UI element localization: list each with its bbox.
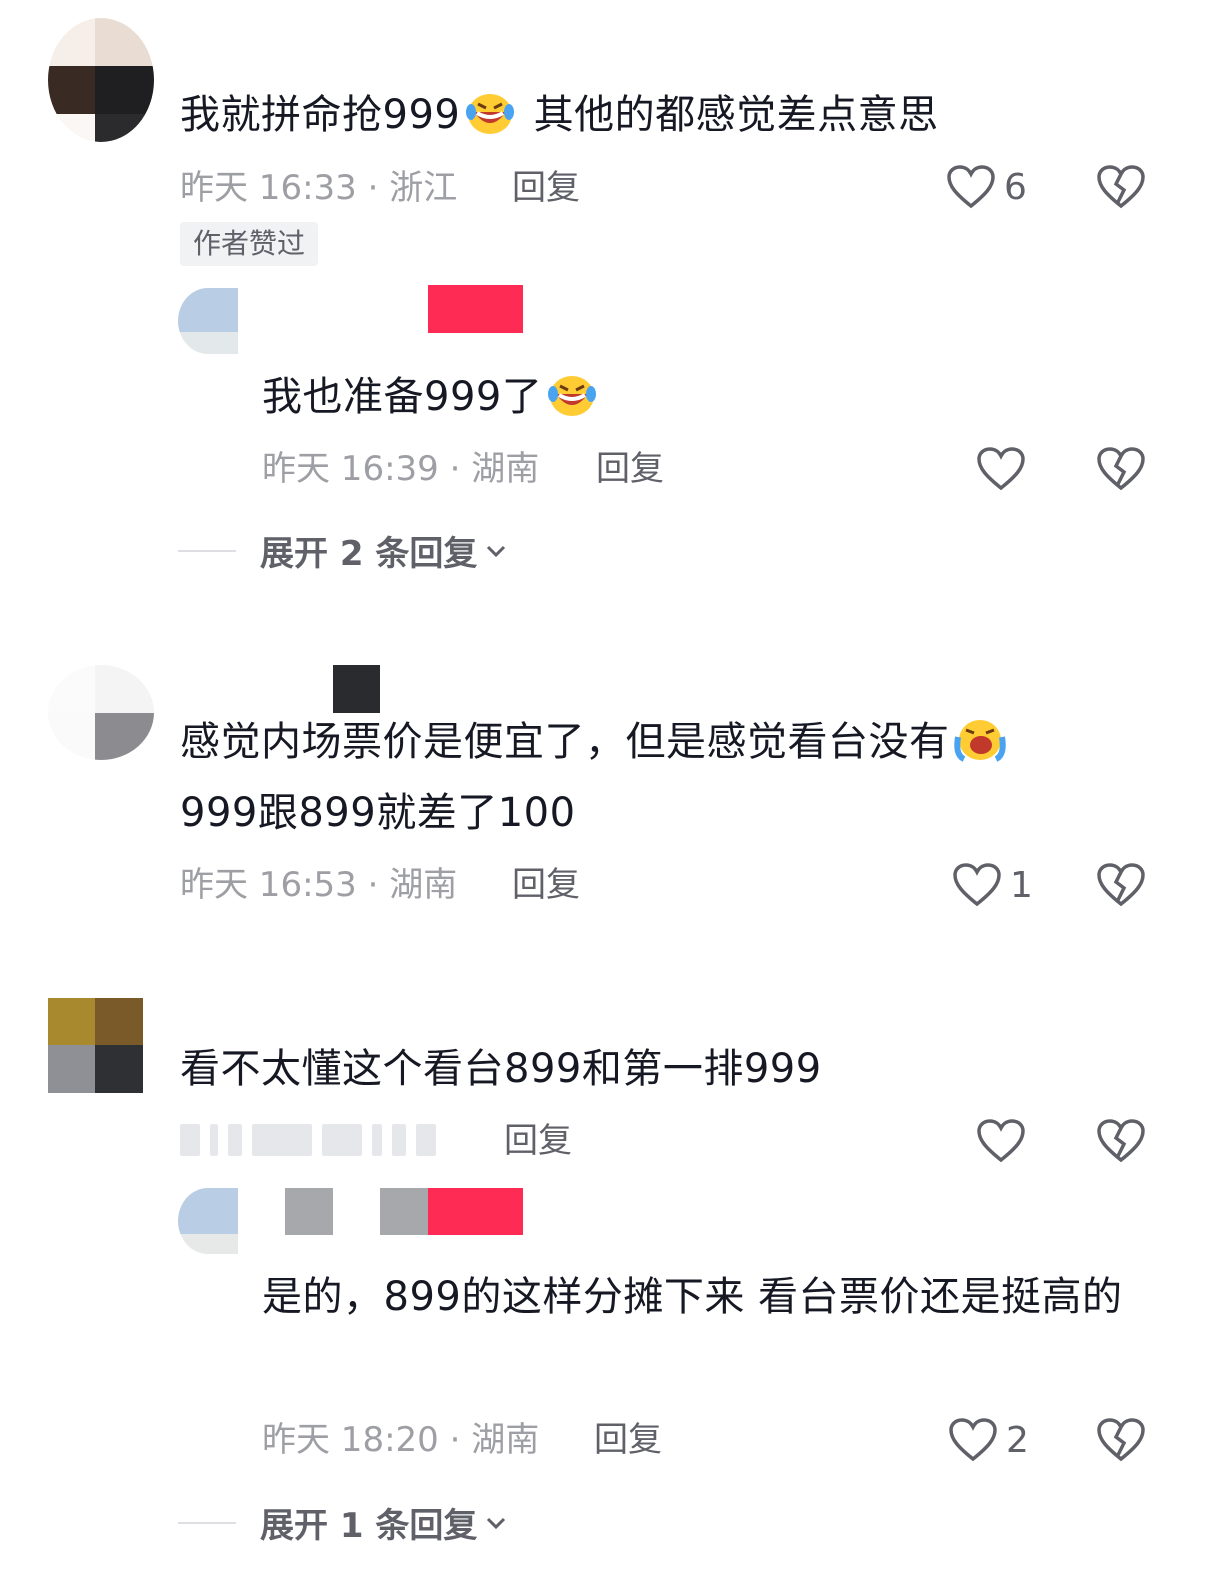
broken-heart-icon[interactable] xyxy=(1096,1118,1146,1164)
username-redacted xyxy=(285,1188,333,1235)
reply-meta: 昨天 16:39 · 湖南 xyxy=(262,449,540,489)
expand-replies-button[interactable]: 展开 1 条回复 xyxy=(178,1498,509,1547)
like-button[interactable]: 2 xyxy=(948,1415,1029,1465)
blurred-meta xyxy=(180,1120,436,1160)
broken-heart-icon[interactable] xyxy=(1096,862,1146,908)
username-redacted xyxy=(428,1188,523,1235)
comment-meta: 昨天 16:53 · 湖南 xyxy=(180,865,458,905)
comment-text-line2: 999跟899就差了100 xyxy=(180,790,576,836)
reply-button[interactable]: 回复 xyxy=(512,165,580,211)
reply-text: 是的，899的这样分摊下来 看台票价还是挺高的 xyxy=(262,1274,1123,1320)
reply-meta: 昨天 18:20 · 湖南 xyxy=(262,1420,540,1460)
reply-button[interactable]: 回复 xyxy=(504,1118,572,1164)
like-button[interactable] xyxy=(976,1116,1026,1166)
reply-text: 我也准备999了 xyxy=(262,362,602,432)
broken-heart-icon[interactable] xyxy=(1096,446,1146,492)
comment-text: 感觉内场票价是便宜了，但是感觉看台没有 xyxy=(180,707,1010,777)
username-redacted xyxy=(380,1188,428,1235)
username-redacted xyxy=(333,665,380,713)
reply-button[interactable]: 回复 xyxy=(512,862,580,908)
avatar[interactable] xyxy=(48,18,154,142)
broken-heart-icon[interactable] xyxy=(1096,1417,1146,1463)
laughing-tears-emoji xyxy=(464,88,516,136)
chevron-down-icon xyxy=(487,1517,506,1529)
username-redacted xyxy=(428,285,523,333)
loud-crying-emoji xyxy=(953,715,1006,763)
comment-meta: 昨天 16:33 · 浙江 xyxy=(180,168,458,208)
like-count: 1 xyxy=(1010,864,1033,906)
reply-button[interactable]: 回复 xyxy=(594,1417,662,1463)
heart-icon xyxy=(977,447,1025,491)
avatar[interactable] xyxy=(48,665,154,760)
expand-replies-button[interactable]: 展开 2 条回复 xyxy=(178,526,509,575)
heart-icon xyxy=(953,863,1001,907)
comment-text: 我就拼命抢999 其他的都感觉差点意思 xyxy=(180,80,939,150)
like-count: 6 xyxy=(1004,166,1027,208)
author-liked-badge: 作者赞过 xyxy=(180,222,319,266)
heart-icon xyxy=(977,1119,1025,1163)
comment-text: 看不太懂这个看台899和第一排999 xyxy=(180,1046,822,1092)
divider xyxy=(178,549,236,552)
reply-button[interactable]: 回复 xyxy=(596,446,664,492)
like-button[interactable] xyxy=(976,444,1026,494)
like-count: 2 xyxy=(1006,1419,1029,1461)
heart-icon xyxy=(947,165,995,209)
chevron-down-icon xyxy=(487,545,506,557)
divider xyxy=(178,1521,236,1524)
avatar[interactable] xyxy=(48,998,143,1093)
like-button[interactable]: 6 xyxy=(946,162,1027,212)
reply-avatar[interactable] xyxy=(178,1188,238,1254)
reply-avatar[interactable] xyxy=(178,288,238,354)
laughing-tears-emoji xyxy=(546,370,598,418)
broken-heart-icon[interactable] xyxy=(1096,164,1146,210)
like-button[interactable]: 1 xyxy=(952,860,1033,910)
heart-icon xyxy=(949,1418,997,1462)
